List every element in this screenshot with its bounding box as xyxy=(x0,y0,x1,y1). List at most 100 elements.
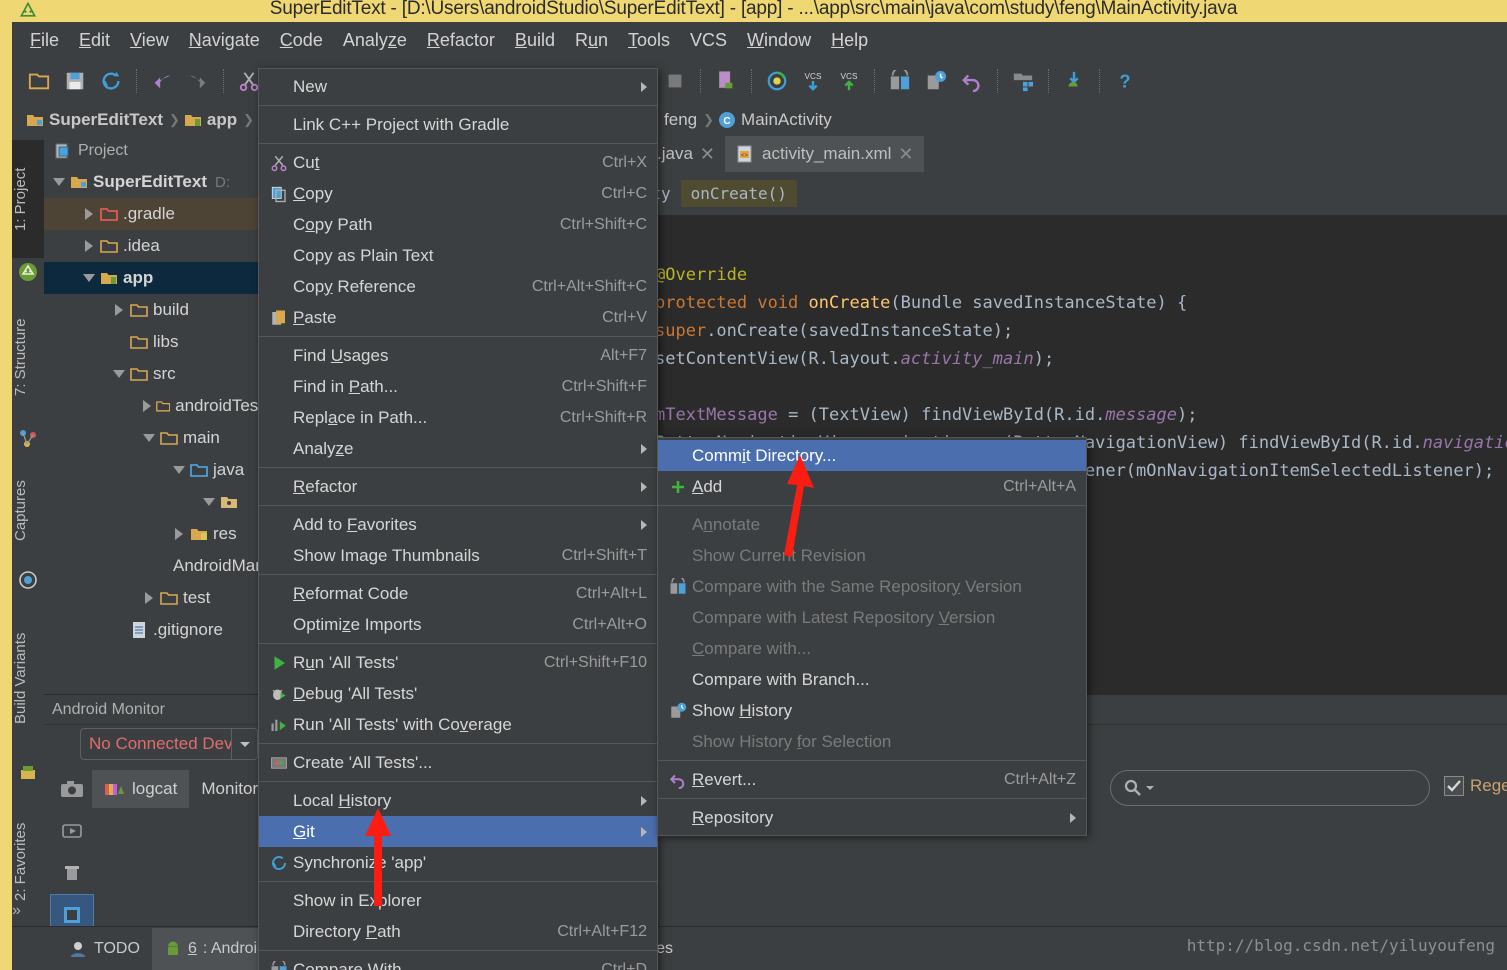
breadcrumb-mainactivity[interactable]: C MainActivity xyxy=(718,110,838,130)
redo-icon[interactable] xyxy=(181,64,215,98)
menu-item-analyze[interactable]: Analyze xyxy=(333,27,417,54)
menu-add-to-favorites[interactable]: Add to Favorites xyxy=(259,509,657,540)
tree-node-src[interactable]: src xyxy=(44,358,263,390)
chevron-down-icon[interactable] xyxy=(173,466,185,474)
breadcrumb-method[interactable]: onCreate() xyxy=(680,179,797,207)
screen-record-icon[interactable] xyxy=(50,810,94,852)
chevron-down-icon[interactable] xyxy=(203,498,215,506)
menu-paste[interactable]: Paste Ctrl+V xyxy=(259,302,657,333)
git-menu-add[interactable]: Add Ctrl+Alt+A xyxy=(658,471,1086,502)
menu-copy-as-plain-text[interactable]: Copy as Plain Text xyxy=(259,240,657,271)
context-menu[interactable]: New Link C++ Project with Gradle Cut Ctrl+X… xyxy=(258,68,658,970)
menu-run-all-tests-with-coverage[interactable]: Run 'All Tests' with Coverage xyxy=(259,709,657,740)
menu-new[interactable]: New xyxy=(259,71,657,102)
menu-item-navigate[interactable]: Navigate xyxy=(179,27,270,54)
menu-item-edit[interactable]: Edit xyxy=(69,27,120,54)
menu-item-tools[interactable]: Tools xyxy=(618,27,680,54)
chevron-right-icon[interactable] xyxy=(115,304,123,316)
logcat-search-input[interactable] xyxy=(1110,770,1430,806)
tree-node-superedittext[interactable]: SuperEditText D: xyxy=(44,166,263,198)
chevron-right-icon[interactable] xyxy=(145,592,153,604)
chevron-down-icon[interactable] xyxy=(83,274,95,282)
git-menu-compare-with-branch[interactable]: Compare with Branch... xyxy=(658,664,1086,695)
tree-node-idea[interactable]: .idea xyxy=(44,230,263,262)
tree-node-java[interactable]: java xyxy=(44,454,263,486)
compare-icon[interactable] xyxy=(883,64,917,98)
tree-node-res[interactable]: res xyxy=(44,518,263,550)
sidebar-item-build-variants[interactable]: Build Variants xyxy=(12,598,44,758)
menu-optimize-imports[interactable]: Optimize Imports Ctrl+Alt+O xyxy=(259,609,657,640)
git-menu-revert[interactable]: Revert... Ctrl+Alt+Z xyxy=(658,764,1086,795)
menu-analyze[interactable]: Analyze xyxy=(259,433,657,464)
menu-show-in-explorer[interactable]: Show in Explorer xyxy=(259,885,657,916)
chevron-down-icon[interactable] xyxy=(1145,784,1155,792)
editor-tab-activity-main-xml[interactable]: <> activity_main.xml ✕ xyxy=(725,136,924,172)
menu-local-history[interactable]: Local History xyxy=(259,785,657,816)
menu-create-all-tests[interactable]: Create 'All Tests'... xyxy=(259,747,657,778)
menu-reformat-code[interactable]: Reformat Code Ctrl+Alt+L xyxy=(259,578,657,609)
menu-link-c-project-with-gradle[interactable]: Link C++ Project with Gradle xyxy=(259,109,657,140)
open-folder-icon[interactable] xyxy=(22,64,56,98)
tree-node-libs[interactable]: libs xyxy=(44,326,263,358)
save-all-icon[interactable] xyxy=(58,64,92,98)
vcs-commit-icon[interactable]: VCS xyxy=(832,64,866,98)
undo-icon[interactable] xyxy=(145,64,179,98)
chevron-down-icon[interactable] xyxy=(113,370,125,378)
menu-item-vcs[interactable]: VCS xyxy=(680,27,737,54)
tree-node-test[interactable]: test xyxy=(44,582,263,614)
trash-icon[interactable] xyxy=(50,852,94,894)
menu-synchronize-app[interactable]: Synchronize 'app' xyxy=(259,847,657,878)
sdk-manager-icon[interactable] xyxy=(760,64,794,98)
menu-show-image-thumbnails[interactable]: Show Image Thumbnails Ctrl+Shift+T xyxy=(259,540,657,571)
chevron-right-icon[interactable] xyxy=(85,240,93,252)
sidebar-item-captures[interactable]: Captures xyxy=(12,456,44,566)
chevron-right-icon[interactable] xyxy=(175,528,183,540)
chevron-right-icon[interactable] xyxy=(142,400,151,412)
menu-item-code[interactable]: Code xyxy=(270,27,333,54)
project-tree[interactable]: SuperEditText D: .gradle .idea app build libs s… xyxy=(44,166,263,646)
menu-find-in-path[interactable]: Find in Path... Ctrl+Shift+F xyxy=(259,371,657,402)
sync-icon[interactable] xyxy=(94,64,128,98)
tree-node-androidtest[interactable]: androidTest xyxy=(44,390,263,422)
menu-git[interactable]: Git xyxy=(259,816,657,847)
menu-item-refactor[interactable]: Refactor xyxy=(417,27,505,54)
status-item-todo[interactable]: TODO xyxy=(56,932,152,966)
revert-icon[interactable] xyxy=(955,64,989,98)
menu-item-file[interactable]: File xyxy=(20,27,69,54)
menu-item-view[interactable]: View xyxy=(120,27,179,54)
menu-item-build[interactable]: Build xyxy=(505,27,565,54)
chevron-down-icon[interactable] xyxy=(143,434,155,442)
tree-node-gradle[interactable]: .gradle xyxy=(44,198,263,230)
chevron-down-icon[interactable] xyxy=(231,729,257,759)
vcs-update-icon[interactable]: VCS xyxy=(796,64,830,98)
chevron-down-icon[interactable] xyxy=(53,178,65,186)
close-icon[interactable]: ✕ xyxy=(898,144,913,165)
menu-debug-all-tests[interactable]: Debug 'All Tests' xyxy=(259,678,657,709)
checkbox-input[interactable] xyxy=(1444,776,1464,796)
menu-copy-path[interactable]: Copy Path Ctrl+Shift+C xyxy=(259,209,657,240)
breadcrumb-superedittext[interactable]: SuperEditText xyxy=(26,110,169,130)
tree-node-gitignore[interactable]: .gitignore xyxy=(44,614,263,646)
menu-copy[interactable]: Copy Ctrl+C xyxy=(259,178,657,209)
menu-refactor[interactable]: Refactor xyxy=(259,471,657,502)
close-icon[interactable]: ✕ xyxy=(700,144,715,165)
stop-icon[interactable] xyxy=(658,64,692,98)
expand-all-icon[interactable]: » xyxy=(12,902,21,920)
git-menu-show-history[interactable]: Show History xyxy=(658,695,1086,726)
menu-cut[interactable]: Cut Ctrl+X xyxy=(259,147,657,178)
tree-node-app[interactable]: app xyxy=(44,262,263,294)
git-menu-repository[interactable]: Repository xyxy=(658,802,1086,833)
tree-node-androidmanifestxml[interactable]: AndroidManifest.xml xyxy=(44,550,263,582)
avd-manager-icon[interactable] xyxy=(709,64,743,98)
tree-node-build[interactable]: build xyxy=(44,294,263,326)
menu-directory-path[interactable]: Directory Path Ctrl+Alt+F12 xyxy=(259,916,657,947)
tree-node-main[interactable]: main xyxy=(44,422,263,454)
menu-item-window[interactable]: Window xyxy=(737,27,821,54)
tab-logcat[interactable]: logcat xyxy=(92,770,190,808)
chevron-right-icon[interactable] xyxy=(85,208,93,220)
tree-node[interactable] xyxy=(44,486,263,518)
menu-compare-with[interactable]: Compare With... Ctrl+D xyxy=(259,954,657,970)
device-selector[interactable]: No Connected Devices xyxy=(80,728,258,760)
menu-find-usages[interactable]: Find Usages Alt+F7 xyxy=(259,340,657,371)
screenshot-icon[interactable] xyxy=(50,768,94,810)
